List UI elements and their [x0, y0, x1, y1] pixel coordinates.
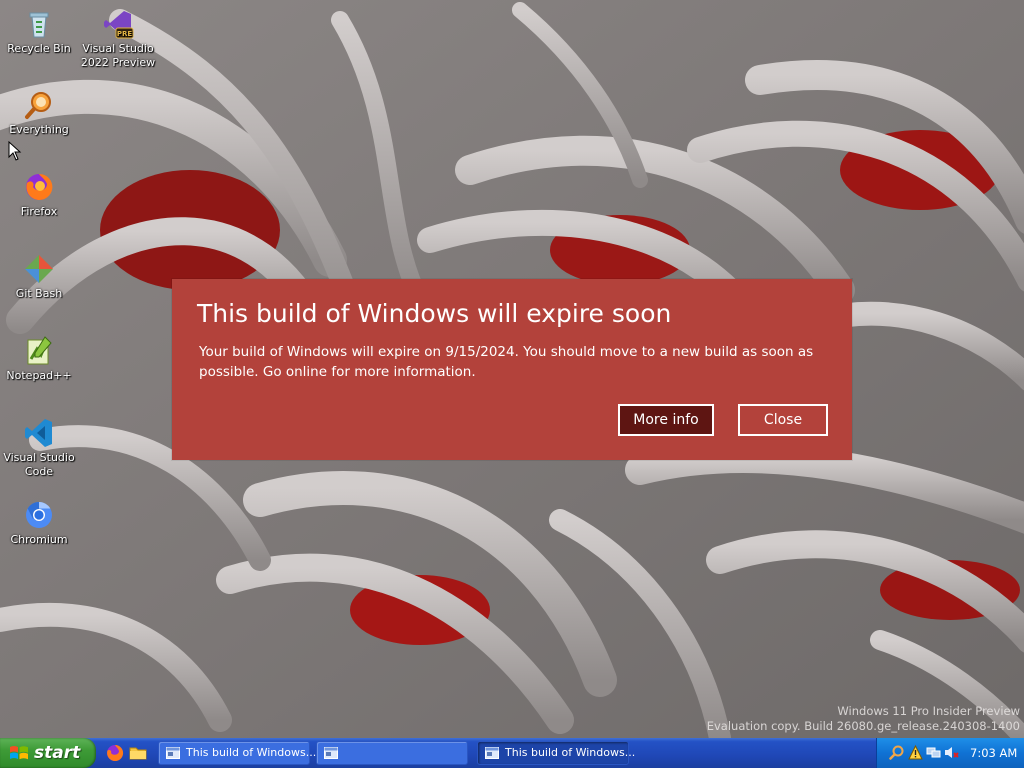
notepad-plus-plus-icon	[23, 335, 55, 367]
taskbar-button-label: This build of Windows...	[505, 746, 636, 759]
desktop-icon-visual-studio-preview[interactable]: PRE Visual Studio 2022 Preview	[79, 8, 157, 70]
close-button[interactable]: Close	[738, 404, 828, 436]
firefox-icon	[23, 171, 55, 203]
visual-studio-preview-icon: PRE	[102, 8, 134, 40]
desktop-icon-label: Recycle Bin	[7, 42, 71, 55]
window-icon	[324, 747, 338, 759]
desktop-icon-recycle-bin[interactable]: Recycle Bin	[0, 8, 78, 56]
dialog-title: This build of Windows will expire soon	[197, 299, 672, 328]
desktop-icon-label: Chromium	[10, 533, 68, 546]
mouse-cursor-icon	[8, 141, 22, 161]
taskbar-button-expiration-dialog-active[interactable]: This build of Windows...	[477, 741, 635, 765]
desktop-icon-label: Git Bash	[15, 287, 63, 300]
window-icon	[166, 747, 180, 759]
desktop-icon-notepad-plus-plus[interactable]: Notepad++	[0, 335, 78, 383]
network-icon[interactable]	[926, 745, 941, 760]
watermark-edition: Windows 11 Pro Insider Preview	[837, 704, 1020, 718]
evaluation-watermark: Windows 11 Pro Insider Preview Evaluatio…	[707, 704, 1020, 734]
taskbar-button-expiration-dialog-1[interactable]: This build of Windows...	[158, 741, 316, 765]
desktop-icon-firefox[interactable]: Firefox	[0, 171, 78, 219]
system-tray: 7:03 AM	[876, 738, 1024, 768]
folder-icon[interactable]	[129, 744, 147, 762]
desktop-icon-chromium[interactable]: Chromium	[0, 499, 78, 547]
system-clock[interactable]: 7:03 AM	[970, 746, 1017, 760]
desktop-icon-git-bash[interactable]: Git Bash	[0, 253, 78, 301]
desktop-icon-everything[interactable]: Everything	[0, 89, 78, 137]
taskbar-button-window-2[interactable]	[316, 741, 468, 765]
firefox-icon[interactable]	[106, 744, 124, 762]
watermark-build: Evaluation copy. Build 26080.ge_release.…	[706, 719, 1020, 733]
start-label: start	[34, 743, 81, 763]
vscode-icon	[23, 417, 55, 449]
search-icon[interactable]	[889, 745, 904, 760]
more-info-button[interactable]: More info	[618, 404, 714, 436]
windows-flag-icon	[10, 746, 28, 760]
desktop-icon-label: Firefox	[20, 205, 58, 218]
window-icon	[485, 747, 499, 759]
start-button[interactable]: start	[0, 738, 96, 768]
taskbar-button-label: This build of Windows...	[186, 746, 317, 759]
git-bash-icon	[23, 253, 55, 285]
desktop-icon-label: Notepad++	[6, 369, 72, 382]
svg-text:PRE: PRE	[117, 30, 133, 38]
everything-search-icon	[23, 89, 55, 121]
expiration-notice-dialog: This build of Windows will expire soon Y…	[172, 279, 852, 460]
recycle-bin-icon	[23, 8, 55, 40]
desktop-icon-label: Everything	[9, 123, 69, 136]
desktop-icon-label: Visual Studio 2022 Preview	[80, 42, 156, 69]
chromium-icon	[23, 499, 55, 531]
desktop-icon-label: Visual Studio Code	[3, 451, 75, 478]
dialog-message: Your build of Windows will expire on 9/1…	[199, 344, 814, 380]
volume-muted-icon[interactable]	[944, 745, 959, 760]
warning-icon[interactable]	[908, 745, 923, 760]
desktop-icon-vscode[interactable]: Visual Studio Code	[0, 417, 78, 479]
